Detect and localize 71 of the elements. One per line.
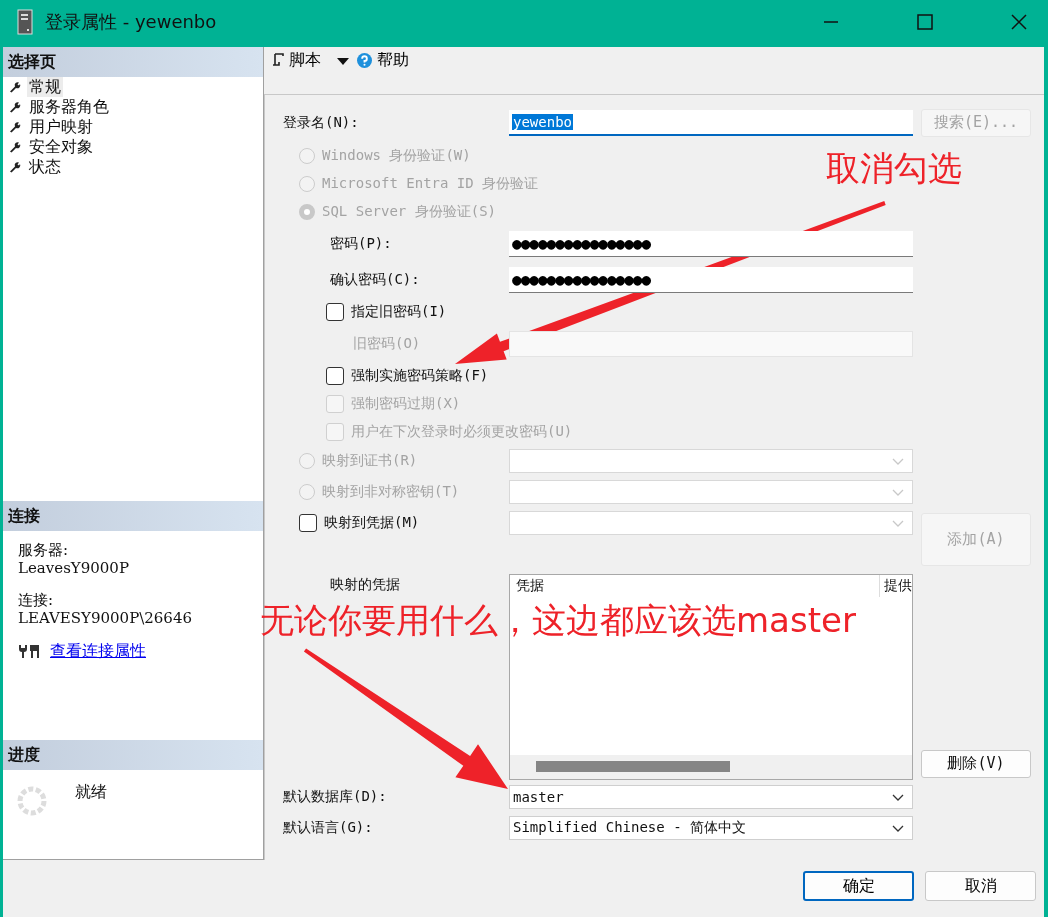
scrollbar-thumb[interactable] [536, 761, 730, 773]
field-label: 登录名(N): [283, 113, 359, 132]
annotation-text: 无论你要用什么，这边都应该选master [260, 602, 856, 638]
old-password-field[interactable] [509, 330, 913, 357]
radio-label: SQL Server 身份验证(S) [322, 202, 496, 221]
help-button[interactable]: 帮助 [357, 49, 409, 71]
close-icon[interactable] [1011, 14, 1027, 31]
connection-label: 连接: [18, 590, 55, 609]
checkbox[interactable] [299, 514, 317, 533]
dialog-button[interactable]: 取消 [925, 871, 1036, 902]
wrench-icon [9, 160, 21, 173]
login-name-field[interactable]: yewenbo [509, 109, 913, 136]
radio-label: 映射到非对称密钥(T) [322, 483, 460, 502]
page-item[interactable]: 安全对象 [27, 136, 95, 157]
caret-icon[interactable] [337, 57, 349, 65]
checkbox-label: 用户在下次登录时必须更改密码(U) [351, 422, 573, 441]
password-field[interactable]: ●●●●●●●●●●●●●●●● [509, 230, 913, 257]
progress-status: 就绪 [75, 781, 107, 803]
dialog-button[interactable]: 确定 [803, 871, 914, 902]
delete-button[interactable]: 删除(V) [921, 749, 1031, 778]
chevron-icon [892, 793, 904, 801]
spinner-icon [17, 785, 47, 816]
script-button[interactable]: 脚本 [272, 49, 321, 71]
column-header[interactable]: 提供 [879, 574, 912, 597]
checkbox-label: 强制密码过期(X) [351, 394, 461, 413]
field-label: 确认密码(C): [330, 270, 420, 289]
page-item[interactable]: 服务器角色 [27, 96, 111, 117]
default-database-dropdown[interactable]: master [509, 785, 913, 810]
checkbox-label: 映射到凭据(M) [324, 514, 420, 533]
confirm-password-field[interactable]: ●●●●●●●●●●●●●●●● [509, 266, 913, 293]
dropdown[interactable] [509, 511, 913, 536]
wrench-icon [9, 140, 21, 153]
wrench-icon [9, 100, 21, 113]
chevron-icon [892, 488, 904, 496]
field-label: 默认数据库(D): [283, 788, 387, 807]
annotation-text: 取消勾选 [826, 150, 962, 186]
connection-label: 服务器: [18, 540, 70, 559]
connection-properties-link[interactable]: 查看连接属性 [50, 640, 146, 662]
field-label: 旧密码(O) [353, 334, 421, 353]
section-header: 连接 [3, 500, 263, 531]
window-title: 登录属性 - yewenbo [45, 10, 217, 35]
chevron-icon [892, 824, 904, 832]
page-item[interactable]: 状态 [27, 156, 63, 177]
checkbox[interactable] [326, 302, 344, 321]
connection-value: LeavesY9000P [18, 558, 130, 577]
chevron-icon [892, 519, 904, 527]
radio-label: 映射到证书(R) [322, 452, 418, 471]
script-icon [272, 53, 284, 68]
page-item[interactable]: 常规 [27, 76, 63, 97]
field-label: 默认语言(G): [283, 819, 373, 838]
radio-label: Microsoft Entra ID 身份验证 [322, 174, 539, 193]
checkbox[interactable] [326, 366, 344, 385]
section-header: 进度 [3, 739, 263, 770]
wrench-icon [9, 120, 21, 133]
wrench-icon [9, 80, 21, 93]
checkbox-label: 强制实施密码策略(F) [351, 366, 489, 385]
maximize-icon[interactable] [917, 14, 933, 31]
connection-value: LEAVESY9000P\26646 [18, 608, 193, 627]
chevron-icon [892, 457, 904, 465]
field-label: 密码(P): [330, 234, 392, 253]
scrollbar[interactable] [510, 754, 912, 779]
field-label: 映射的凭据 [330, 575, 400, 594]
help-icon [357, 52, 372, 68]
plug-icon [18, 643, 40, 660]
section-header: 选择页 [3, 46, 263, 77]
checkbox-label: 指定旧密码(I) [351, 302, 447, 321]
default-language-dropdown[interactable]: Simplified Chinese - 简体中文 [509, 816, 913, 841]
radio-label: Windows 身份验证(W) [322, 146, 471, 165]
column-header[interactable]: 凭据 [510, 574, 544, 597]
page-item[interactable]: 用户映射 [27, 116, 95, 137]
server-icon [17, 9, 33, 36]
